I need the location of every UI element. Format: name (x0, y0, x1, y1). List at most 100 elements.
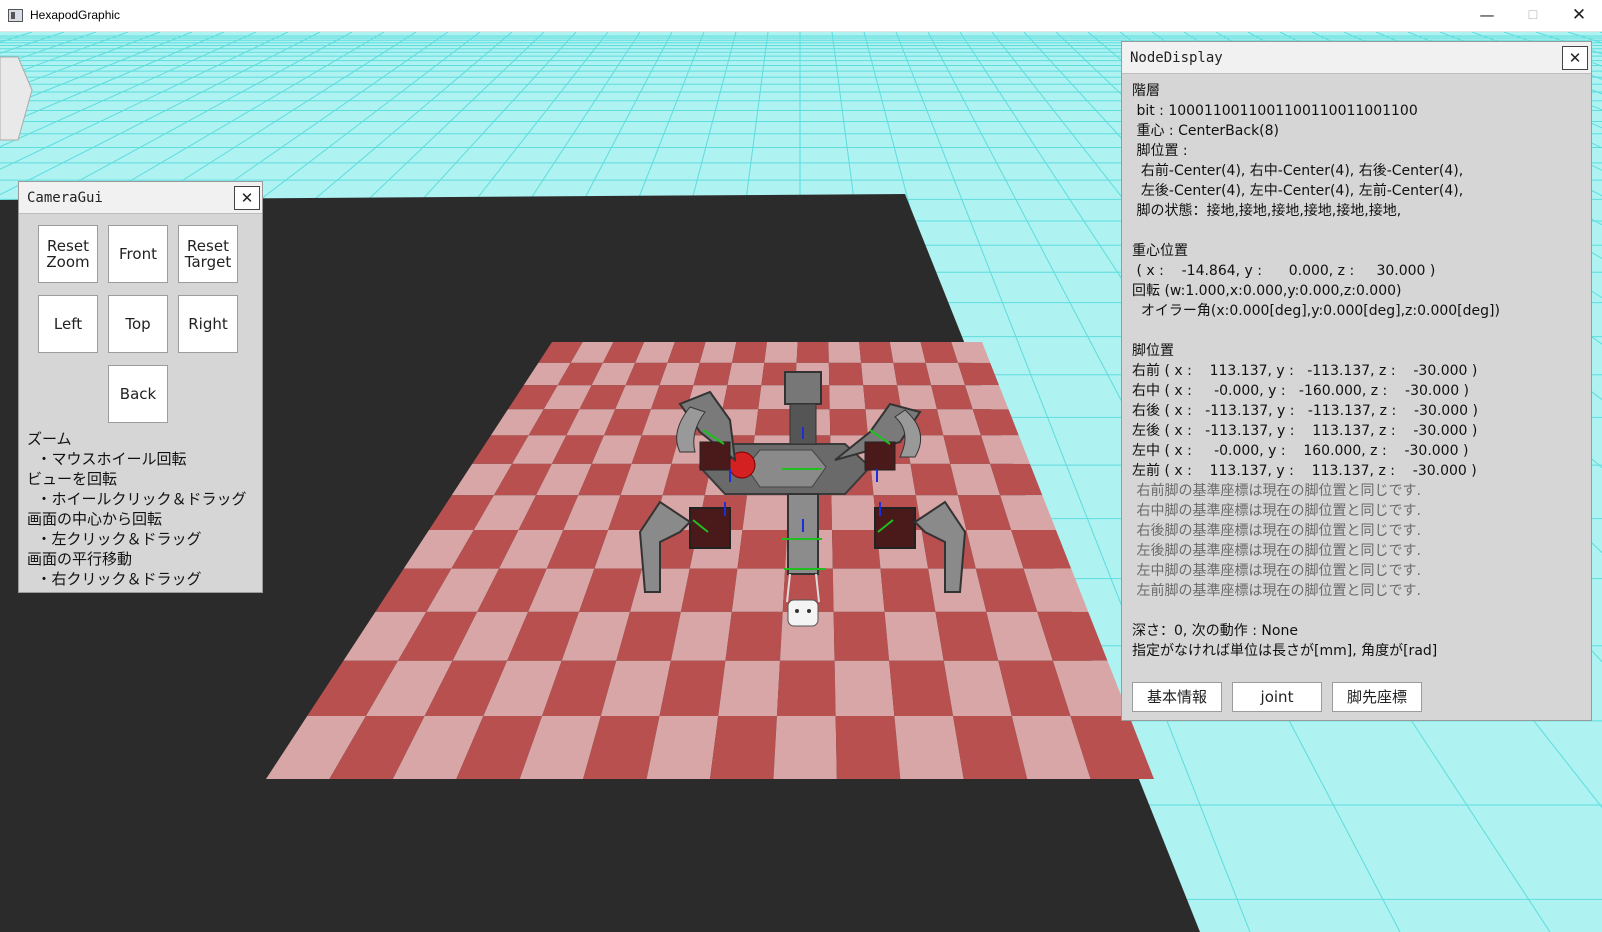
checker-tile (832, 568, 885, 612)
node-display-panel: NodeDisplay ✕ 階層 bit : 10001100110011001… (1121, 41, 1592, 721)
camera-gui-panel: CameraGui ✕ Reset Zoom Front Reset Targe… (18, 181, 263, 593)
info-line: 左前 ( x : 113.137, y : 113.137, z : -30.0… (1132, 463, 1477, 479)
face-eye (795, 609, 799, 613)
camera-gui-close-button[interactable]: ✕ (234, 186, 260, 210)
info-line: 左中 ( x : -0.000, y : 160.000, z : -30.00… (1132, 443, 1469, 459)
checker-tile (829, 385, 866, 410)
info-line: 指定がなければ単位は長さが[mm], 角度が[rad] (1132, 643, 1438, 659)
camera-help-text: ズーム ・マウスホイール回転 ビューを回転 ・ホイールクリック＆ドラッグ 画面の… (27, 429, 247, 589)
help-line: ビューを回転 (27, 470, 118, 488)
camera-gui-title-bar[interactable]: CameraGui ✕ (19, 182, 262, 214)
minimize-button[interactable]: — (1464, 0, 1510, 32)
checker-tile (829, 409, 868, 436)
info-line: 重心位置 (1132, 243, 1188, 259)
leg-servo (699, 441, 731, 471)
info-line-note: 右前脚の基準座標は現在の脚位置と同じです. (1132, 483, 1421, 499)
info-line: bit : 1000110011001100110011001100 (1132, 103, 1418, 119)
checker-tile (725, 611, 783, 661)
info-line: 左後-Center(4), 左中-Center(4), 左前-Center(4)… (1132, 183, 1464, 199)
rear-leg-link (787, 493, 819, 575)
help-line: ズーム (27, 430, 72, 448)
checker-tile (880, 568, 936, 612)
info-line: 重心 : CenterBack(8) (1132, 123, 1280, 139)
checker-tile (731, 342, 767, 363)
help-line: ・マウスホイール回転 (27, 450, 187, 468)
help-line: ・右クリック＆ドラッグ (27, 570, 202, 588)
checker-tile (776, 660, 836, 717)
info-line: ( x : -14.864, y : 0.000, z : 30.000 ) (1132, 263, 1436, 279)
checker-tile (773, 716, 837, 779)
info-line-note: 左前脚の基準座標は現在の脚位置と同じです. (1132, 583, 1421, 599)
checker-tile (680, 568, 738, 612)
checker-tile (718, 660, 781, 717)
front-view-button[interactable]: Front (108, 225, 168, 283)
checker-tile (764, 342, 798, 363)
info-line: 右前-Center(4), 右中-Center(4), 右後-Center(4)… (1132, 163, 1464, 179)
checker-tile (796, 342, 829, 363)
checker-tile (731, 568, 786, 612)
checker-tile (742, 495, 790, 530)
basic-info-button[interactable]: 基本情報 (1132, 682, 1222, 712)
node-display-title: NodeDisplay (1130, 50, 1223, 66)
leg-tip-coords-button[interactable]: 脚先座標 (1332, 682, 1422, 712)
info-line: 左後 ( x : -113.137, y : 113.137, z : -30.… (1132, 423, 1478, 439)
checker-tile (831, 495, 877, 530)
info-line: 右後 ( x : -113.137, y : -113.137, z : -30… (1132, 403, 1478, 419)
reset-target-button[interactable]: Reset Target (178, 225, 238, 283)
checker-tile (859, 342, 894, 363)
camera-gui-title: CameraGui (27, 190, 103, 206)
robot-face-marker (787, 599, 819, 627)
info-line: 右前 ( x : 113.137, y : -113.137, z : -30.… (1132, 363, 1478, 379)
checker-tile (693, 362, 732, 386)
top-view-button[interactable]: Top (108, 295, 168, 353)
checker-tile (833, 611, 890, 661)
checker-tile (670, 611, 732, 661)
close-window-button[interactable]: ✕ (1556, 0, 1602, 32)
checker-tile (727, 362, 765, 386)
app-icon (8, 9, 23, 22)
info-line-note: 左後脚の基準座標は現在の脚位置と同じです. (1132, 543, 1421, 559)
checker-tile (835, 716, 901, 779)
reset-zoom-button[interactable]: Reset Zoom (38, 225, 98, 283)
info-line (1132, 321, 1585, 341)
left-view-button[interactable]: Left (38, 295, 98, 353)
checker-tile (910, 463, 958, 496)
checker-tile (897, 385, 937, 410)
help-line: ・左クリック＆ドラッグ (27, 530, 202, 548)
info-line: オイラー角(x:0.000[deg],y:0.000[deg],z:0.000[… (1132, 303, 1500, 319)
help-line: 画面の中心から回転 (27, 510, 163, 528)
checker-tile (754, 409, 794, 436)
checker-tile (889, 660, 954, 717)
checker-tile (884, 611, 944, 661)
info-line-note: 右後脚の基準座標は現在の脚位置と同じです. (1132, 523, 1421, 539)
info-line-note: 左中脚の基準座標は現在の脚位置と同じです. (1132, 563, 1421, 579)
checker-tile (889, 342, 926, 363)
checker-tile (828, 362, 864, 386)
node-display-close-button[interactable]: ✕ (1562, 46, 1588, 70)
info-line: 回転 (w:1.000,x:0.000,y:0.000,z:0.000) (1132, 283, 1402, 299)
checker-tile (893, 362, 932, 386)
help-line: 画面の平行移動 (27, 550, 133, 568)
info-line: 右中 ( x : -0.000, y : -160.000, z : -30.0… (1132, 383, 1470, 399)
info-line (1132, 601, 1585, 621)
checker-tile (710, 716, 777, 779)
info-line: 脚位置 (1132, 343, 1174, 359)
info-line: 脚位置 : (1132, 143, 1188, 159)
info-line (1132, 221, 1585, 241)
info-line: 脚の状態：接地,接地,接地,接地,接地,接地, (1132, 203, 1402, 219)
info-line: 深さ：0, 次の動作 : None (1132, 623, 1298, 639)
maximize-button[interactable]: ☐ (1510, 0, 1556, 32)
checker-tile (832, 529, 881, 569)
joint-button[interactable]: joint (1232, 682, 1322, 712)
window-title-bar: HexapodGraphic — ☐ ✕ (0, 0, 1602, 32)
info-line: 階層 (1132, 83, 1160, 99)
back-view-button[interactable]: Back (108, 365, 168, 423)
face-eye (807, 609, 811, 613)
front-leg-servo (784, 371, 822, 405)
checker-tile (659, 660, 726, 717)
node-display-title-bar[interactable]: NodeDisplay ✕ (1122, 42, 1591, 74)
right-view-button[interactable]: Right (178, 295, 238, 353)
window-title: HexapodGraphic (30, 8, 121, 22)
checker-tile (722, 385, 762, 410)
help-line: ・ホイールクリック＆ドラッグ (27, 490, 247, 508)
